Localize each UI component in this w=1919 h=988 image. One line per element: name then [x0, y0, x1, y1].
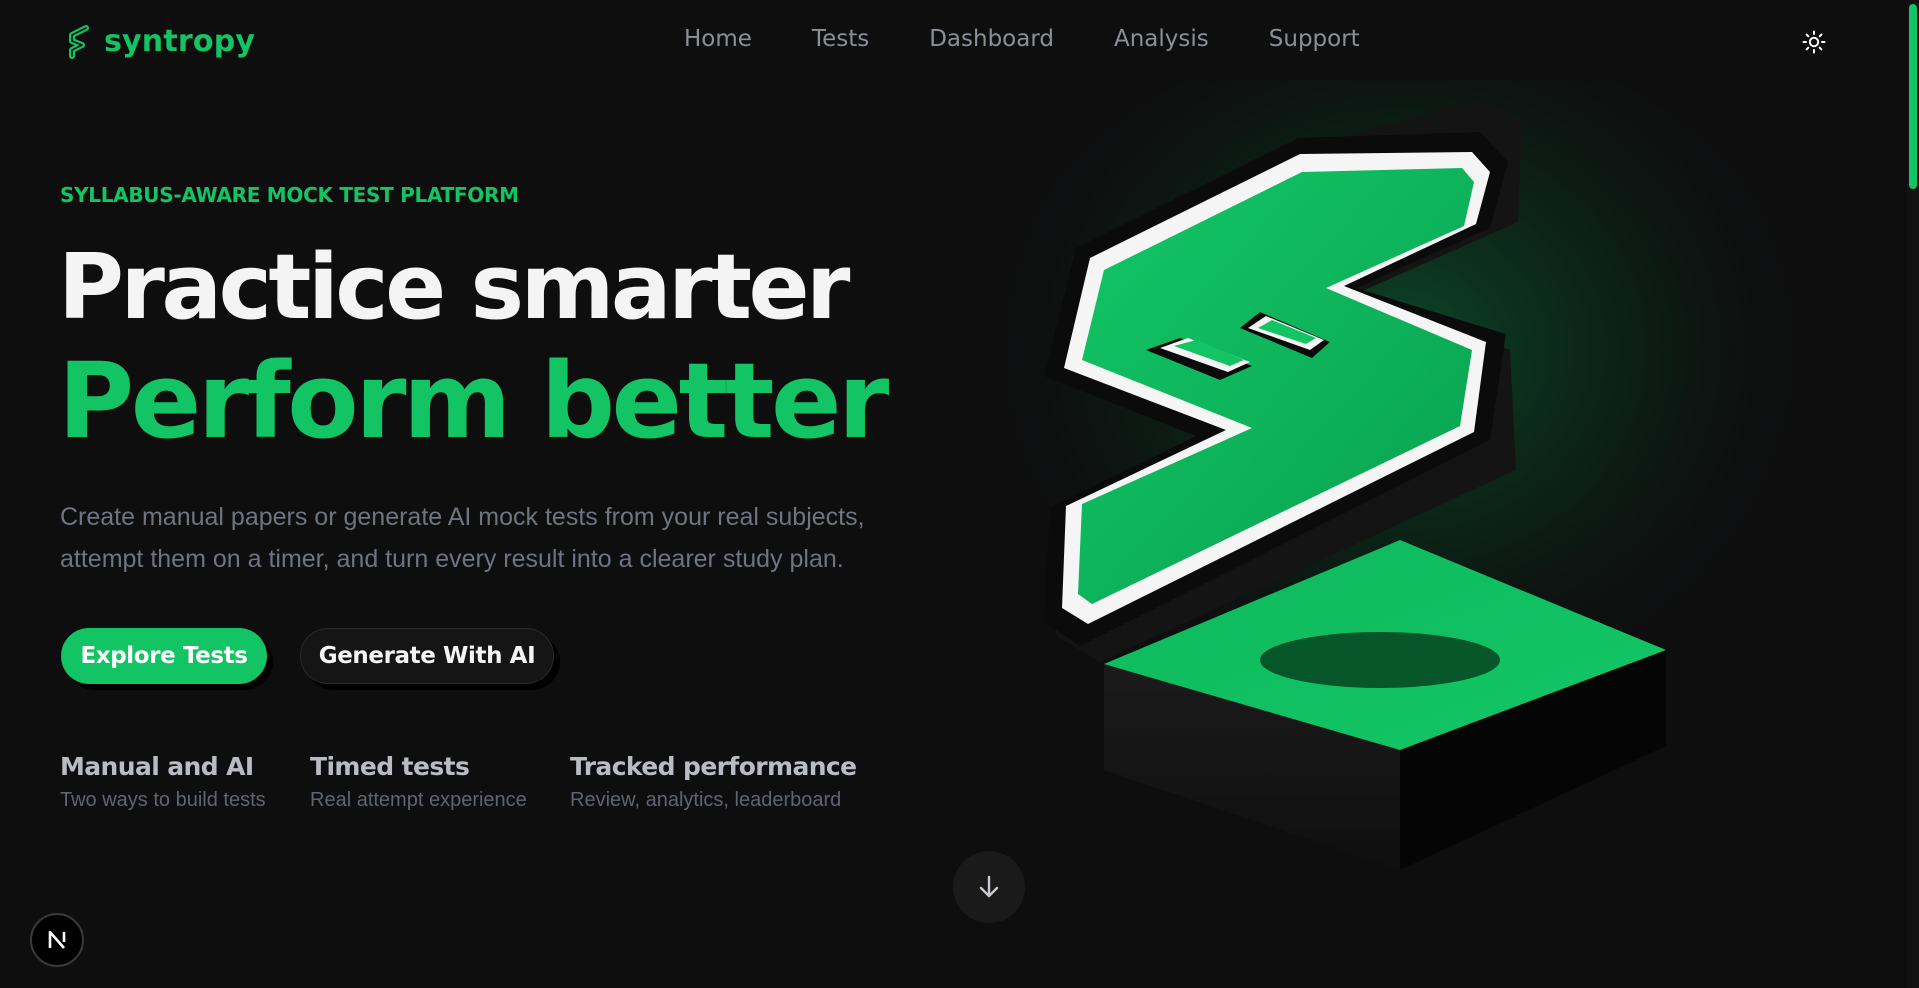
sun-icon — [1802, 30, 1826, 54]
hero-title-line1: Practice smarter — [58, 235, 850, 340]
generate-with-ai-button[interactable]: Generate With AI — [300, 628, 554, 684]
nav-tests[interactable]: Tests — [812, 26, 869, 52]
hero-subtitle-line2: attempt them on a timer, and turn every … — [60, 545, 844, 573]
nextjs-badge-icon — [48, 930, 66, 949]
main-nav: Home Tests Dashboard Analysis Support — [684, 26, 1360, 52]
hero-subtitle: Create manual papers or generate AI mock… — [60, 496, 960, 580]
theme-toggle-button[interactable] — [1798, 26, 1830, 58]
nextjs-dev-badge[interactable] — [30, 913, 84, 967]
landing-page: syntropy Home Tests Dashboard Analysis S… — [0, 0, 1919, 988]
nav-support[interactable]: Support — [1269, 26, 1360, 52]
hero-subtitle-line1: Create manual papers or generate AI mock… — [60, 503, 865, 531]
nav-dashboard[interactable]: Dashboard — [929, 26, 1054, 52]
scrollbar-thumb[interactable] — [1909, 4, 1917, 189]
feature-tracked-performance: Tracked performance Review, analytics, l… — [570, 752, 857, 812]
explore-tests-button[interactable]: Explore Tests — [61, 628, 267, 684]
feature-subtitle: Review, analytics, leaderboard — [570, 789, 842, 811]
brand-logo[interactable]: syntropy — [64, 24, 255, 59]
hero-3d-logo-illustration — [970, 80, 1830, 870]
feature-title: Timed tests — [310, 752, 470, 781]
feature-timed-tests: Timed tests Real attempt experience — [310, 752, 527, 812]
feature-title: Manual and AI — [60, 752, 254, 781]
nav-home[interactable]: Home — [684, 26, 752, 52]
syntropy-s-logo-icon — [69, 24, 89, 59]
hero-title-line2: Perform better — [58, 340, 889, 462]
feature-title: Tracked performance — [570, 752, 857, 781]
feature-manual-ai: Manual and AI Two ways to build tests — [60, 752, 266, 812]
page-scrollbar[interactable] — [1907, 0, 1919, 988]
feature-subtitle: Real attempt experience — [310, 789, 527, 811]
hero-eyebrow: SYLLABUS-AWARE MOCK TEST PLATFORM — [60, 183, 519, 207]
nav-analysis[interactable]: Analysis — [1114, 26, 1209, 52]
brand-name: syntropy — [104, 24, 256, 59]
feature-subtitle: Two ways to build tests — [60, 789, 266, 811]
